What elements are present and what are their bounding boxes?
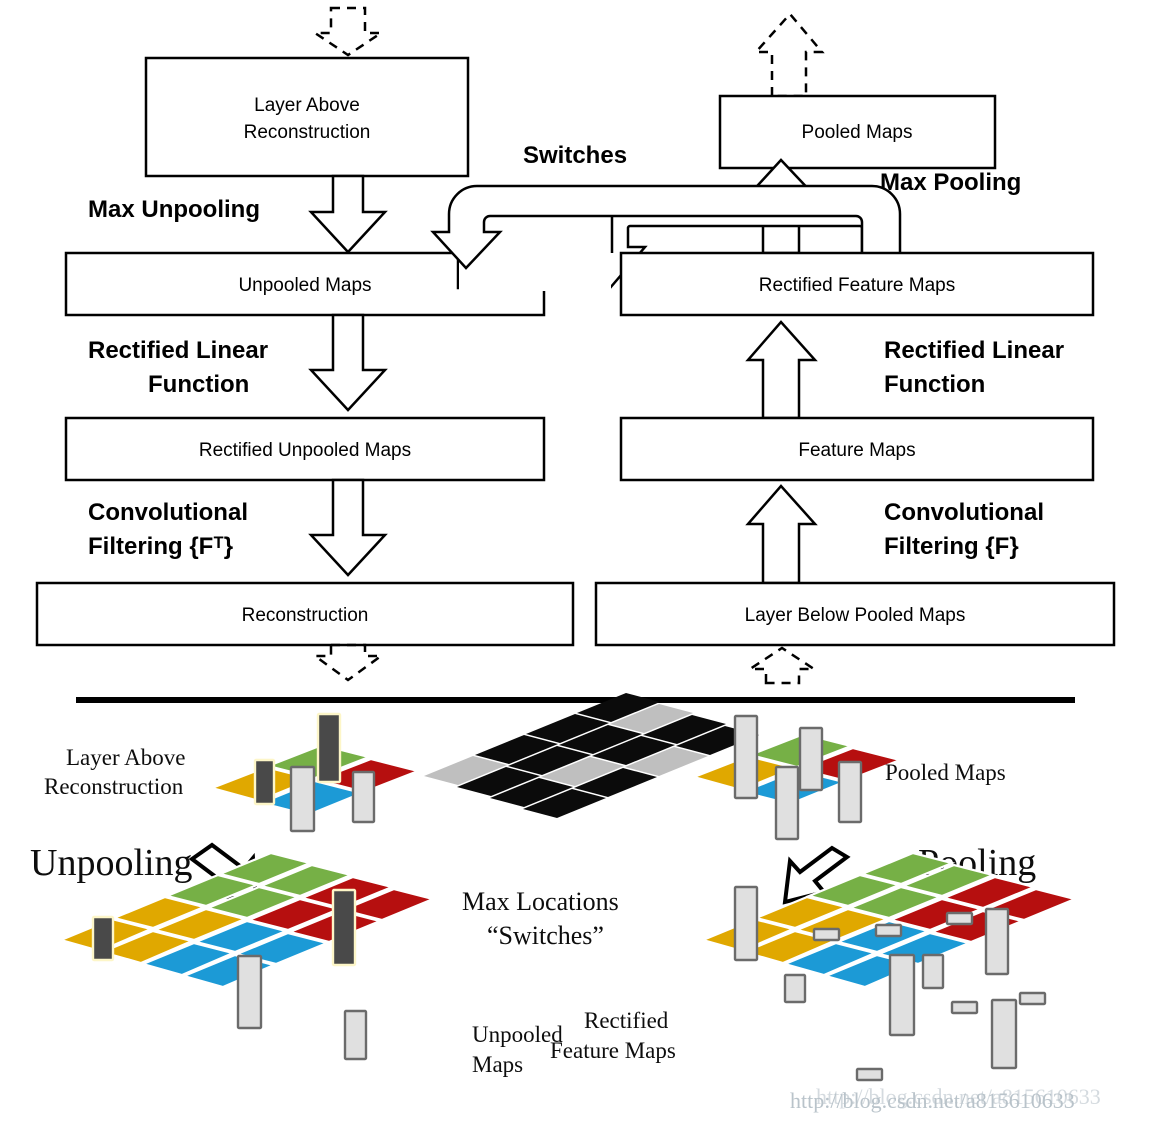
bar-tall-4 bbox=[990, 998, 1018, 1070]
bar-flat-2 bbox=[874, 923, 903, 938]
diagram-canvas: Layer Above Reconstruction Max Unpooling… bbox=[30, 6, 1116, 1113]
op-label-conv-filtering-left-line1: Convolutional bbox=[88, 499, 248, 526]
bar-light-1 bbox=[236, 954, 263, 1030]
bar-tall-2 bbox=[984, 907, 1010, 976]
op-label-max-pooling: Max Pooling bbox=[880, 169, 1021, 196]
arrow-rectified-linear-left bbox=[308, 313, 388, 412]
bar-flat-6 bbox=[855, 1067, 884, 1082]
label-max-locations-line2: “Switches” bbox=[487, 921, 604, 950]
bar-light-4 bbox=[837, 760, 863, 824]
box-layer-above-reconstruction-line1: Layer Above bbox=[254, 95, 360, 116]
bar-mid-1 bbox=[921, 953, 945, 990]
bar-flat-4 bbox=[950, 1000, 979, 1015]
label-unpooling: Unpooling bbox=[30, 842, 193, 884]
bar-light-1 bbox=[733, 714, 759, 800]
box-layer-below-pooled-maps-label: Layer Below Pooled Maps bbox=[745, 605, 966, 626]
bar-light-2 bbox=[351, 770, 376, 824]
op-label-rectified-linear-left-line1: Rectified Linear bbox=[88, 337, 268, 364]
op-label-rectified-linear-right-line1: Rectified Linear bbox=[884, 337, 1064, 364]
bar-dark-2 bbox=[316, 712, 342, 784]
box-rectified-unpooled-maps-label: Rectified Unpooled Maps bbox=[199, 440, 411, 461]
arrow-conv-filtering-right bbox=[745, 484, 818, 585]
label-rectified-feature-maps-line1: Rectified bbox=[584, 1008, 669, 1033]
label-max-locations-line1: Max Locations bbox=[462, 887, 619, 916]
bar-dark-2 bbox=[331, 888, 357, 967]
bar-flat-5 bbox=[1018, 991, 1047, 1006]
box-rectified-feature-maps-label: Rectified Feature Maps bbox=[759, 275, 955, 296]
grid-max-locations-switches bbox=[424, 693, 759, 818]
bar-light-1 bbox=[289, 765, 316, 833]
dashed-arrow-into-layer-above bbox=[310, 6, 386, 57]
op-label-max-unpooling: Max Unpooling bbox=[88, 196, 260, 223]
op-label-conv-filtering-left-line2: Filtering {Fᵀ} bbox=[88, 533, 233, 560]
bar-light-tall-1 bbox=[733, 885, 759, 962]
bar-dark-1 bbox=[253, 758, 276, 806]
box-reconstruction-label: Reconstruction bbox=[242, 605, 369, 626]
arrow-conv-filtering-left bbox=[308, 478, 388, 577]
label-layer-above-line1: Layer Above bbox=[66, 745, 185, 770]
box-feature-maps-label: Feature Maps bbox=[798, 440, 915, 461]
box-unpooled-maps-label: Unpooled Maps bbox=[238, 275, 371, 296]
diagram-root: Layer Above Reconstruction Max Unpooling… bbox=[0, 0, 1154, 1124]
bars-pooled-maps bbox=[733, 714, 863, 841]
box-layer-above-reconstruction-line2: Reconstruction bbox=[244, 122, 371, 143]
bar-tall-3 bbox=[888, 953, 916, 1037]
bar-flat-3 bbox=[945, 911, 974, 926]
op-label-conv-filtering-right-line1: Convolutional bbox=[884, 499, 1044, 526]
dashed-arrow-out-of-reconstruction bbox=[311, 643, 385, 682]
bar-light-3 bbox=[798, 726, 824, 792]
op-label-conv-filtering-right-line2: Filtering {F} bbox=[884, 533, 1019, 560]
box-pooled-maps-label: Pooled Maps bbox=[802, 122, 913, 143]
label-unpooled-maps-line2: Maps bbox=[472, 1052, 523, 1077]
bar-dark-1 bbox=[91, 915, 115, 962]
switches-label: Switches bbox=[523, 142, 627, 169]
bar-light-2 bbox=[774, 765, 800, 841]
label-rectified-feature-maps-line2: Feature Maps bbox=[550, 1038, 676, 1063]
bar-flat-1 bbox=[812, 927, 841, 942]
watermark-text-ghost: http://blog.csdn.net/a815610633 bbox=[816, 1084, 1101, 1109]
op-label-rectified-linear-left-line2: Function bbox=[148, 371, 249, 398]
box-layer-above-reconstruction[interactable] bbox=[144, 56, 470, 178]
bar-short-1 bbox=[783, 973, 807, 1004]
bars-layer-above-reconstruction bbox=[253, 712, 376, 833]
op-label-rectified-linear-right-line2: Function bbox=[884, 371, 985, 398]
label-pooled-maps: Pooled Maps bbox=[885, 760, 1006, 785]
dashed-arrow-out-of-pooled-maps bbox=[753, 12, 825, 98]
bar-light-2 bbox=[343, 1009, 368, 1061]
arrow-rectified-linear-right bbox=[745, 320, 818, 420]
dashed-arrow-into-layer-below bbox=[745, 646, 819, 685]
label-layer-above-line2: Reconstruction bbox=[44, 774, 184, 799]
arrow-max-unpooling bbox=[308, 174, 388, 254]
